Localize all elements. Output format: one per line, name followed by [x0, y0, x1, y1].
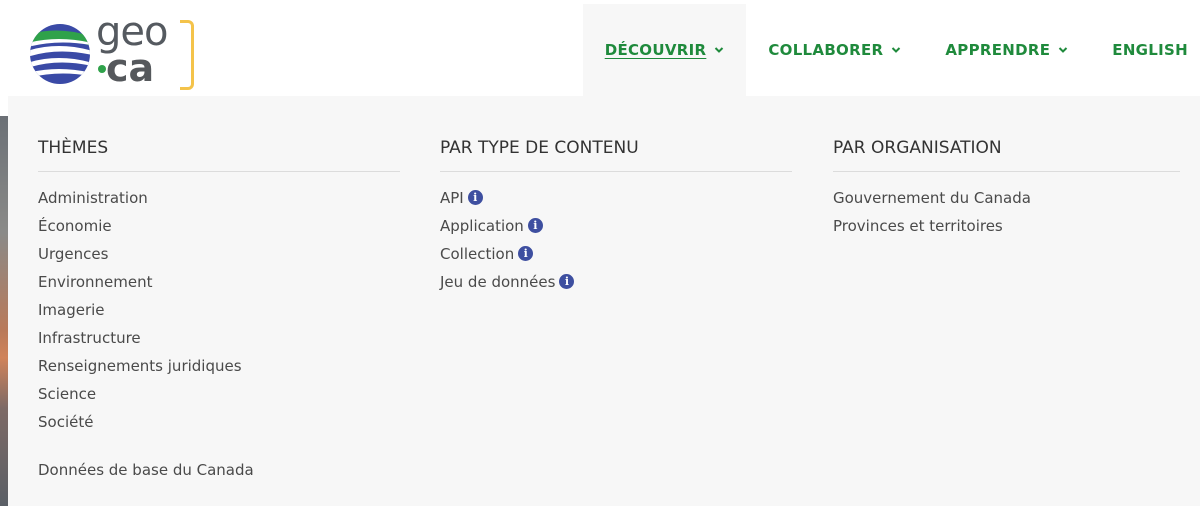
- organisation-list: Gouvernement du Canada Provinces et terr…: [833, 187, 1180, 243]
- globe-logo-icon: [30, 24, 90, 84]
- logo-text-ca: ca: [106, 46, 155, 90]
- org-link-provinces-et-territoires[interactable]: Provinces et territoires: [833, 215, 1180, 243]
- info-icon[interactable]: i: [559, 274, 575, 289]
- content-type-link-application[interactable]: Application i: [440, 215, 792, 243]
- org-link-gouvernement-du-canada[interactable]: Gouvernement du Canada: [833, 187, 1180, 215]
- info-icon[interactable]: i: [518, 246, 534, 261]
- chevron-down-icon: [892, 47, 901, 53]
- site-header: geo ca DÉCOUVRIR COLLABORER APPRENDRE EN…: [0, 0, 1200, 96]
- themes-column: THÈMES Administration Économie Urgences …: [38, 96, 400, 487]
- content-type-list: API i Application i Collection i Jeu de …: [440, 187, 792, 299]
- theme-link-administration[interactable]: Administration: [38, 187, 400, 215]
- link-donnees-de-base[interactable]: Données de base du Canada: [38, 459, 400, 487]
- geo-ca-logo[interactable]: geo ca: [28, 12, 198, 92]
- background-image: [0, 116, 8, 506]
- nav-label: COLLABORER: [768, 41, 884, 59]
- logo-bracket: [180, 20, 194, 90]
- link-label: Application: [440, 217, 524, 235]
- organisation-column: PAR ORGANISATION Gouvernement du Canada …: [833, 96, 1180, 243]
- theme-link-renseignements-juridiques[interactable]: Renseignements juridiques: [38, 355, 400, 383]
- link-label: Collection: [440, 245, 515, 263]
- chevron-down-icon: [715, 47, 724, 53]
- logo-dot: [98, 65, 106, 73]
- link-label: Jeu de données: [440, 273, 556, 291]
- link-label: API: [440, 189, 464, 207]
- theme-link-societe[interactable]: Société: [38, 411, 400, 439]
- nav-decouvrir[interactable]: DÉCOUVRIR: [582, 4, 747, 96]
- themes-list: Administration Économie Urgences Environ…: [38, 187, 400, 487]
- page: geo ca DÉCOUVRIR COLLABORER APPRENDRE EN…: [0, 0, 1200, 506]
- mega-menu-panel: THÈMES Administration Économie Urgences …: [8, 96, 1200, 506]
- nav-label: DÉCOUVRIR: [604, 41, 707, 59]
- content-type-link-jeu-de-donnees[interactable]: Jeu de données i: [440, 271, 792, 299]
- nav-apprendre[interactable]: APPRENDRE: [923, 4, 1090, 96]
- nav-label: ENGLISH: [1112, 41, 1188, 59]
- theme-link-imagerie[interactable]: Imagerie: [38, 299, 400, 327]
- organisation-heading: PAR ORGANISATION: [833, 138, 1180, 172]
- nav-collaborer[interactable]: COLLABORER: [746, 4, 923, 96]
- nav-label: APPRENDRE: [945, 41, 1051, 59]
- chevron-down-icon: [1059, 47, 1068, 53]
- theme-link-environnement[interactable]: Environnement: [38, 271, 400, 299]
- content-type-link-api[interactable]: API i: [440, 187, 792, 215]
- nav-english[interactable]: ENGLISH: [1090, 4, 1200, 96]
- content-type-link-collection[interactable]: Collection i: [440, 243, 792, 271]
- content-type-column: PAR TYPE DE CONTENU API i Application i …: [440, 96, 792, 299]
- main-nav: DÉCOUVRIR COLLABORER APPRENDRE ENGLISH: [582, 4, 1200, 96]
- theme-link-infrastructure[interactable]: Infrastructure: [38, 327, 400, 355]
- theme-link-economie[interactable]: Économie: [38, 215, 400, 243]
- theme-link-science[interactable]: Science: [38, 383, 400, 411]
- themes-heading: THÈMES: [38, 138, 400, 172]
- info-icon[interactable]: i: [527, 218, 543, 233]
- content-type-heading: PAR TYPE DE CONTENU: [440, 138, 792, 172]
- theme-link-urgences[interactable]: Urgences: [38, 243, 400, 271]
- info-icon[interactable]: i: [467, 190, 483, 205]
